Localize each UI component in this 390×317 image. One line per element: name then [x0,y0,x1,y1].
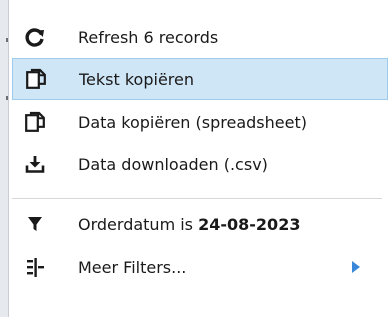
menu-item-more-filters[interactable]: Meer Filters... [12,246,388,288]
context-menu: Refresh 6 records Tekst kopiëren Data ko… [0,0,390,317]
menu-item-download-csv[interactable]: Data downloaden (.csv) [12,143,388,185]
menu-item-label: Orderdatum is 24-08-2023 [78,215,300,234]
menu-item-copy-text[interactable]: Tekst kopiëren [12,58,388,100]
menu-item-copy-data[interactable]: Data kopiëren (spreadsheet) [12,101,388,143]
menu-item-label: Data downloaden (.csv) [78,154,268,174]
left-panel-edge [0,0,9,317]
menu-item-label: Tekst kopiëren [79,69,194,89]
filter-settings-icon [22,254,48,280]
submenu-arrow-icon [352,261,360,273]
menu-item-refresh[interactable]: Refresh 6 records [12,16,388,58]
download-icon [22,151,48,177]
filter-icon [22,211,48,237]
menu-item-label: Meer Filters... [78,257,187,277]
menu-separator [12,198,382,199]
edge-marker [6,38,8,42]
menu-item-label: Refresh 6 records [78,27,219,47]
filter-value-text: 24-08-2023 [198,214,301,234]
filter-field-text: Orderdatum is [78,214,199,234]
refresh-icon [22,24,48,50]
edge-marker [6,96,8,100]
copy-icon [23,66,49,92]
menu-item-filter-orderdatum[interactable]: Orderdatum is 24-08-2023 [12,203,388,245]
copy-icon [22,109,48,135]
menu-item-label: Data kopiëren (spreadsheet) [78,112,307,132]
